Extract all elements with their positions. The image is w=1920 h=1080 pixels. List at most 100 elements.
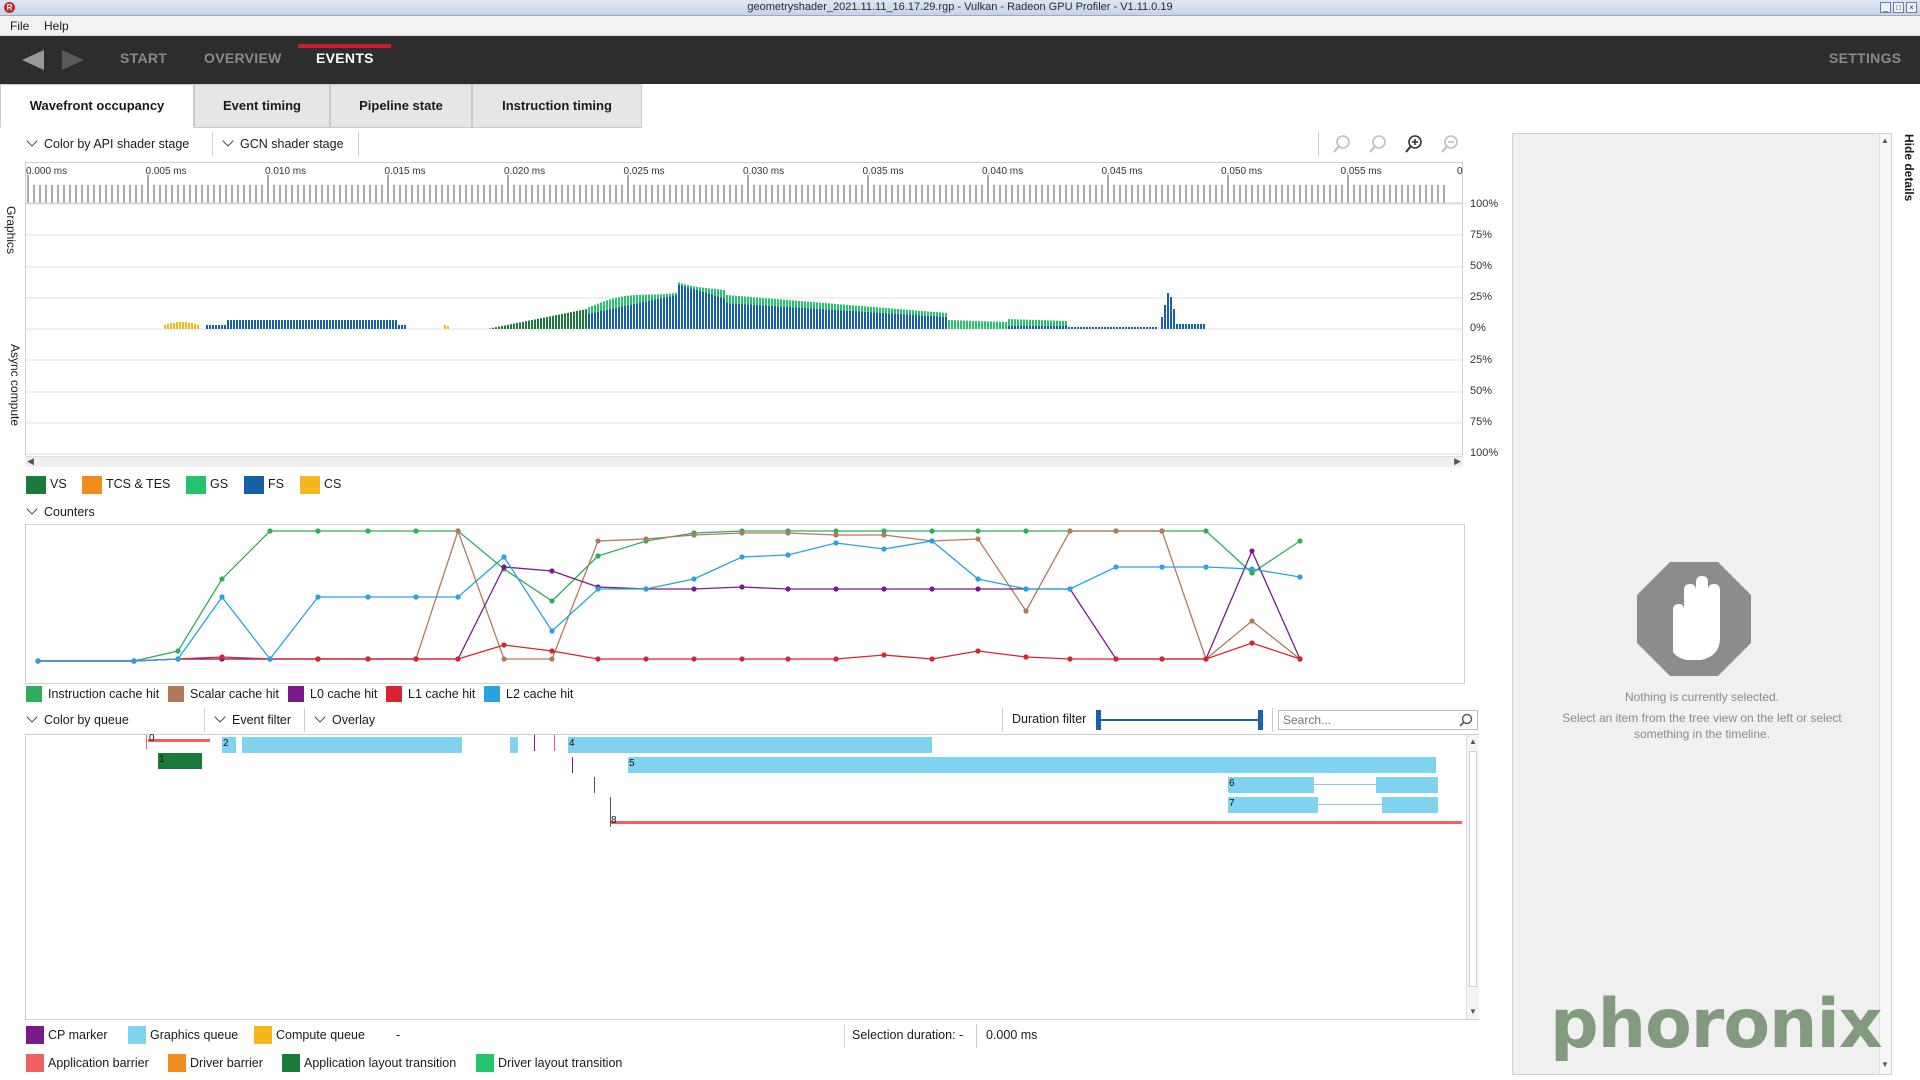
zoom-in-icon[interactable] [1404,134,1424,154]
cp-marker[interactable] [594,777,595,793]
counter-point [413,656,419,662]
occupancy-bar [849,305,851,311]
event-bar[interactable] [1228,797,1318,813]
legend-swatch [476,1054,494,1072]
event-bar[interactable] [1382,797,1438,813]
cp-marker[interactable] [610,797,611,827]
occupancy-bar [615,297,617,308]
graphics-axis-label: Graphics [4,206,18,255]
back-arrow-icon[interactable] [22,50,44,70]
scroll-up-icon[interactable]: ▲ [1469,737,1477,746]
scroll-up-icon[interactable]: ▲ [1881,136,1889,145]
duration-filter-slider[interactable] [1096,710,1264,730]
occupancy-bar [215,325,217,329]
shader-stage-dropdown[interactable]: GCN shader stage [222,135,344,151]
search-input[interactable] [1279,711,1449,729]
zoom-out-icon[interactable] [1440,134,1460,154]
overlay-dropdown[interactable]: Overlay [314,711,375,727]
color-by-queue-dropdown[interactable]: Color by queue [26,711,129,727]
event-vscrollbar[interactable]: ▲ ▼ [1466,735,1479,1019]
occupancy-hscrollbar[interactable]: ◀ ▶ [25,456,1463,467]
event-bar[interactable] [148,739,210,742]
tab-wavefront-occupancy[interactable]: Wavefront occupancy [0,84,194,128]
occupancy-bar [864,306,866,312]
occupancy-bar [954,320,956,329]
search-field[interactable] [1278,710,1478,730]
occupancy-bar [861,311,863,329]
nav-events[interactable]: EVENTS [316,50,374,66]
occupancy-bar [921,310,923,316]
occupancy-bar [657,294,659,299]
event-bar[interactable] [510,737,518,753]
tab-pipeline-state[interactable]: Pipeline state [330,84,472,128]
scroll-down-icon[interactable]: ▼ [1469,1007,1477,1016]
nav-overview[interactable]: OVERVIEW [204,50,282,66]
menu-help[interactable]: Help [44,19,69,33]
event-bar[interactable] [568,737,932,753]
occupancy-bar [759,305,761,329]
cp-marker[interactable] [572,757,573,773]
counter-point [691,576,697,582]
cp-marker[interactable] [554,735,555,751]
event-timeline[interactable]: 01 2 4 5 6 7 8 ▲ ▼ [25,733,1479,1020]
occupancy-bar [1128,327,1130,329]
zoom-reset-icon[interactable] [1368,134,1388,154]
counter-point [1113,528,1119,534]
occupancy-bar [1023,326,1025,329]
percent-label: 100% [1470,447,1499,459]
counter-point [785,656,791,662]
slider-max-handle[interactable] [1258,710,1263,730]
event-bar[interactable] [628,757,1436,773]
menu-file[interactable]: File [10,19,29,33]
hide-details-toggle[interactable]: Hide details [1900,134,1920,224]
occupancy-bar [368,320,370,329]
selection-duration-label: Selection duration: - [852,1028,964,1042]
scroll-left-icon[interactable]: ◀ [27,456,34,467]
occupancy-bar [906,309,908,315]
tab-event-timing[interactable]: Event timing [194,84,330,128]
counter-point [315,656,321,662]
occupancy-bar [347,320,349,329]
occupancy-bar [924,311,926,316]
legend-swatch [82,476,102,494]
event-filter-dropdown[interactable]: Event filter [214,711,291,727]
event-bar[interactable] [610,821,1462,824]
search-icon[interactable] [1459,713,1473,727]
occupancy-bar [903,314,905,329]
forward-arrow-icon[interactable] [62,50,84,70]
scroll-right-icon[interactable]: ▶ [1454,456,1461,467]
occupancy-bar [879,312,881,329]
color-by-dropdown[interactable]: Color by API shader stage [26,135,189,151]
counters-toggle[interactable]: Counters [26,503,95,519]
counters-chart[interactable] [25,524,1465,684]
occupancy-bar [948,320,950,329]
occupancy-bar [525,321,527,329]
event-bar[interactable] [1228,777,1314,793]
occupancy-bar [714,295,716,329]
occupancy-bar [314,320,316,329]
event-bar[interactable] [242,737,462,753]
details-vscrollbar[interactable]: ▲ ▼ [1879,134,1891,1074]
event-bar[interactable] [1376,777,1438,793]
scroll-down-icon[interactable]: ▼ [1881,1060,1889,1069]
window-title: geometryshader_2021.11.11_16.17.29.rgp -… [747,1,1173,13]
zoom-to-selection-icon[interactable] [1332,134,1352,154]
maximize-icon[interactable]: □ [1893,2,1904,13]
occupancy-bar [1200,324,1202,329]
scroll-thumb[interactable] [1469,751,1477,987]
occupancy-bar [741,303,743,329]
minimize-icon[interactable]: _ [1880,2,1891,13]
counter-point [549,656,555,662]
occupancy-bar [927,311,929,316]
nav-start[interactable]: START [120,50,167,66]
cp-marker[interactable] [146,735,147,749]
occupancy-bar [555,315,557,329]
counter-point [501,656,507,662]
cp-marker[interactable] [534,735,535,751]
slider-min-handle[interactable] [1096,710,1101,730]
phoronix-watermark: phoronix [1550,985,1883,1064]
tab-instruction-timing[interactable]: Instruction timing [472,84,642,128]
occupancy-chart[interactable] [25,162,1463,467]
close-icon[interactable]: × [1906,2,1917,13]
nav-settings[interactable]: SETTINGS [1829,50,1901,66]
